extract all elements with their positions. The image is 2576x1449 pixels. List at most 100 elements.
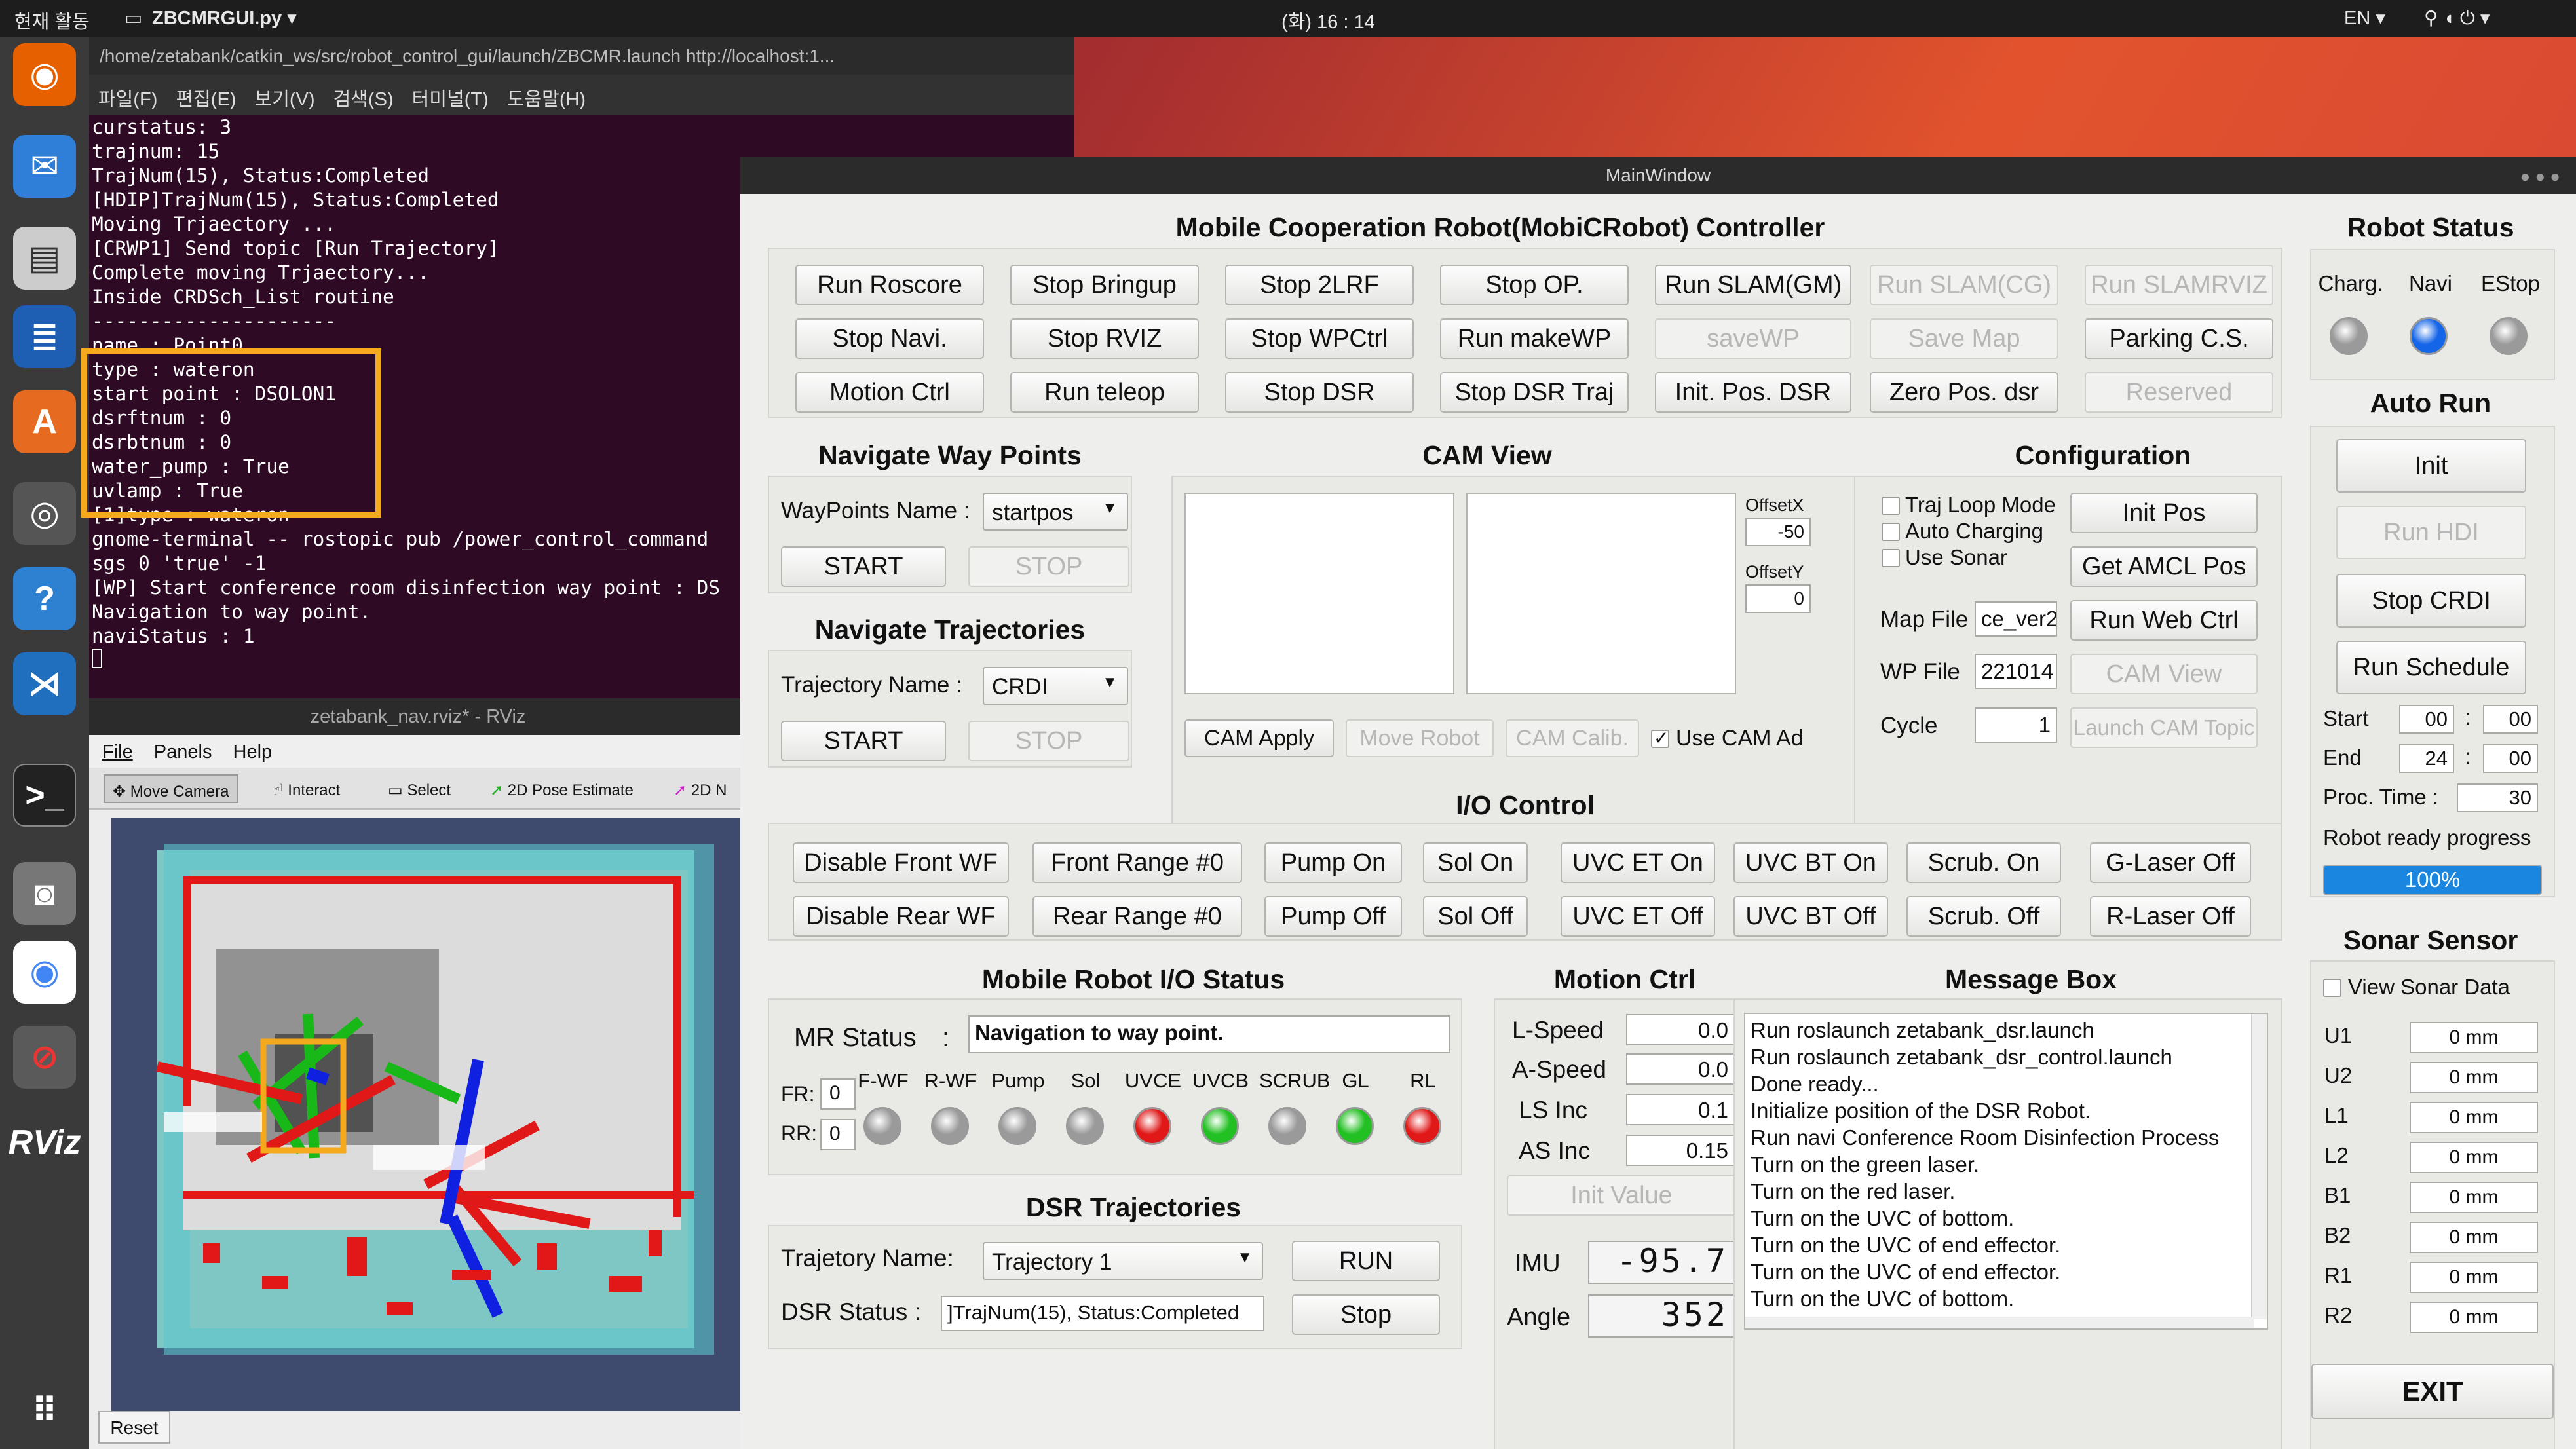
cycle-field[interactable]: 1 <box>1975 707 2057 743</box>
init-value-button[interactable]: Init Value <box>1507 1175 1736 1216</box>
stop-rviz-button[interactable]: Stop RVIZ <box>1010 318 1199 359</box>
nav-traj-stop-button[interactable]: STOP <box>968 721 1129 761</box>
end-minute-field[interactable]: 00 <box>2483 744 2538 773</box>
tool-select[interactable]: ▭ Select <box>380 774 459 803</box>
rviz-reset-button[interactable]: Reset <box>98 1411 170 1444</box>
disable-rear-wf-button[interactable]: Disable Rear WF <box>793 896 1009 937</box>
message-box-list[interactable]: Run roslaunch zetabank_dsr.launch Run ros… <box>1744 1013 2268 1330</box>
save-map-button[interactable]: Save Map <box>1870 318 2058 359</box>
rr-field[interactable]: 0 <box>820 1119 856 1150</box>
map-file-field[interactable]: ce_ver2 <box>1975 601 2057 637</box>
l-speed-field[interactable]: 0.0 <box>1626 1014 1736 1045</box>
sonar-value-b2[interactable]: 0 mm <box>2410 1222 2538 1253</box>
thunderbird-icon[interactable]: ✉ <box>13 135 76 198</box>
cam-view-button[interactable]: CAM View <box>2070 654 2258 694</box>
terminal-menubar[interactable]: 파일(F) 편집(E) 보기(V) 검색(S) 터미널(T) 도움말(H) <box>89 75 1074 115</box>
rear-range-0-button[interactable]: Rear Range #0 <box>1032 896 1242 937</box>
waypoints-name-select[interactable]: startpos ▼ <box>983 493 1128 531</box>
motion-ctrl-button[interactable]: Motion Ctrl <box>795 372 984 413</box>
cam-calib-button[interactable]: CAM Calib. <box>1506 719 1639 757</box>
uvc-bt-on-button[interactable]: UVC BT On <box>1733 842 1888 883</box>
stop-dsr-traj-button[interactable]: Stop DSR Traj <box>1440 372 1629 413</box>
run-slam-gm-button[interactable]: Run SLAM(GM) <box>1655 265 1851 305</box>
dsr-stop-button[interactable]: Stop <box>1292 1294 1440 1335</box>
tool-interact[interactable]: ☝ Interact <box>266 774 348 803</box>
sol-on-button[interactable]: Sol On <box>1423 842 1528 883</box>
window-controls[interactable]: ● ● ● <box>2520 166 2560 187</box>
dsr-run-button[interactable]: RUN <box>1292 1241 1440 1281</box>
writer-icon[interactable]: ≣ <box>13 305 76 368</box>
g-laser-off-button[interactable]: G-Laser Off <box>2090 842 2251 883</box>
sonar-value-l2[interactable]: 0 mm <box>2410 1142 2538 1173</box>
launch-cam-topic-button[interactable]: Launch CAM Topic <box>2070 707 2258 748</box>
cam-apply-button[interactable]: CAM Apply <box>1184 719 1334 757</box>
sonar-value-b1[interactable]: 0 mm <box>2410 1182 2538 1213</box>
traj-loop-checkbox[interactable] <box>1882 497 1900 515</box>
pump-off-button[interactable]: Pump Off <box>1264 896 1402 937</box>
wp-file-field[interactable]: 221014 <box>1975 654 2057 689</box>
tool-2d-pose[interactable]: ➚ 2D Pose Estimate <box>482 774 641 803</box>
sonar-value-r2[interactable]: 0 mm <box>2410 1302 2538 1333</box>
auto-run-init-button[interactable]: Init <box>2336 439 2526 493</box>
zero-pos-dsr-button[interactable]: Zero Pos. dsr <box>1870 372 2058 413</box>
init-pos-dsr-button[interactable]: Init. Pos. DSR <box>1655 372 1851 413</box>
vertical-scrollbar[interactable] <box>2251 1014 2267 1319</box>
as-inc-field[interactable]: 0.15 <box>1626 1135 1736 1166</box>
recorder-icon[interactable]: ⊘ <box>13 1026 76 1089</box>
start-minute-field[interactable]: 00 <box>2483 705 2538 734</box>
parking-c-s-button[interactable]: Parking C.S. <box>2085 318 2273 359</box>
files-icon[interactable]: ▤ <box>13 227 76 290</box>
menu-file[interactable]: File <box>102 742 133 762</box>
dsr-status-field[interactable]: ]TrajNum(15), Status:Completed <box>941 1296 1264 1331</box>
stop-bringup-button[interactable]: Stop Bringup <box>1010 265 1199 305</box>
sonar-value-l1[interactable]: 0 mm <box>2410 1102 2538 1133</box>
pump-on-button[interactable]: Pump On <box>1264 842 1402 883</box>
app-menu[interactable]: ZBCMRGUI.py ▾ <box>152 7 297 29</box>
auto-charging-checkbox[interactable] <box>1882 523 1900 541</box>
uvc-et-on-button[interactable]: UVC ET On <box>1561 842 1715 883</box>
sonar-value-r1[interactable]: 0 mm <box>2410 1262 2538 1293</box>
input-language[interactable]: EN ▾ <box>2344 7 2385 29</box>
proc-time-field[interactable]: 30 <box>2457 783 2538 812</box>
show-apps-icon[interactable]: ⠿ <box>13 1380 76 1442</box>
run-hdi-button[interactable]: Run HDI <box>2336 506 2526 559</box>
chrome-icon[interactable]: ◉ <box>13 941 76 1004</box>
stop-op-button[interactable]: Stop OP. <box>1440 265 1629 305</box>
offsety-field[interactable]: 0 <box>1745 584 1811 613</box>
scrub-off-button[interactable]: Scrub. Off <box>1906 896 2061 937</box>
menu-panels[interactable]: Panels <box>154 742 212 762</box>
run-slam-cg-button[interactable]: Run SLAM(CG) <box>1870 265 2058 305</box>
start-hour-field[interactable]: 00 <box>2399 705 2454 734</box>
tool-2d-nav[interactable]: ➚ 2D N <box>666 774 734 803</box>
scrub-on-button[interactable]: Scrub. On <box>1906 842 2061 883</box>
get-amcl-pos-button[interactable]: Get AMCL Pos <box>2070 546 2258 587</box>
terminal-icon[interactable]: >_ <box>13 764 76 827</box>
fr-field[interactable]: 0 <box>820 1078 856 1110</box>
nav-traj-start-button[interactable]: START <box>781 721 946 761</box>
vscode-icon[interactable]: ⋊ <box>13 652 76 715</box>
stop-dsr-button[interactable]: Stop DSR <box>1225 372 1414 413</box>
sonar-value-u1[interactable]: 0 mm <box>2410 1022 2538 1053</box>
mr-status-field[interactable]: Navigation to way point. <box>968 1015 1450 1053</box>
run-makewp-button[interactable]: Run makeWP <box>1440 318 1629 359</box>
trajectory-name-select[interactable]: CRDI ▼ <box>983 667 1128 705</box>
run-slamrviz-button[interactable]: Run SLAMRVIZ <box>2085 265 2273 305</box>
ls-inc-field[interactable]: 0.1 <box>1626 1094 1736 1125</box>
rviz-3d-view[interactable] <box>111 818 747 1411</box>
sol-off-button[interactable]: Sol Off <box>1423 896 1528 937</box>
system-status-icons[interactable]: ⚲ ◖ ⏻ ▾ <box>2424 7 2490 29</box>
savewp-button[interactable]: saveWP <box>1655 318 1851 359</box>
stop-crdi-button[interactable]: Stop CRDI <box>2336 574 2526 628</box>
run-roscore-button[interactable]: Run Roscore <box>795 265 984 305</box>
camera-icon[interactable]: ◙ <box>13 862 76 925</box>
offsetx-field[interactable]: -50 <box>1745 518 1811 546</box>
use-cam-ad-checkbox[interactable]: ✓ <box>1651 728 1669 748</box>
dsr-trajectory-select[interactable]: Trajectory 1 ▼ <box>983 1242 1263 1280</box>
stop-2lrf-button[interactable]: Stop 2LRF <box>1225 265 1414 305</box>
r-laser-off-button[interactable]: R-Laser Off <box>2090 896 2251 937</box>
init-pos-button[interactable]: Init Pos <box>2070 493 2258 533</box>
tool-move-camera[interactable]: ✥ Move Camera <box>104 774 238 803</box>
reserved-button[interactable]: Reserved <box>2085 372 2273 413</box>
view-sonar-checkbox[interactable] <box>2323 979 2341 997</box>
nav-wp-stop-button[interactable]: STOP <box>968 546 1129 587</box>
